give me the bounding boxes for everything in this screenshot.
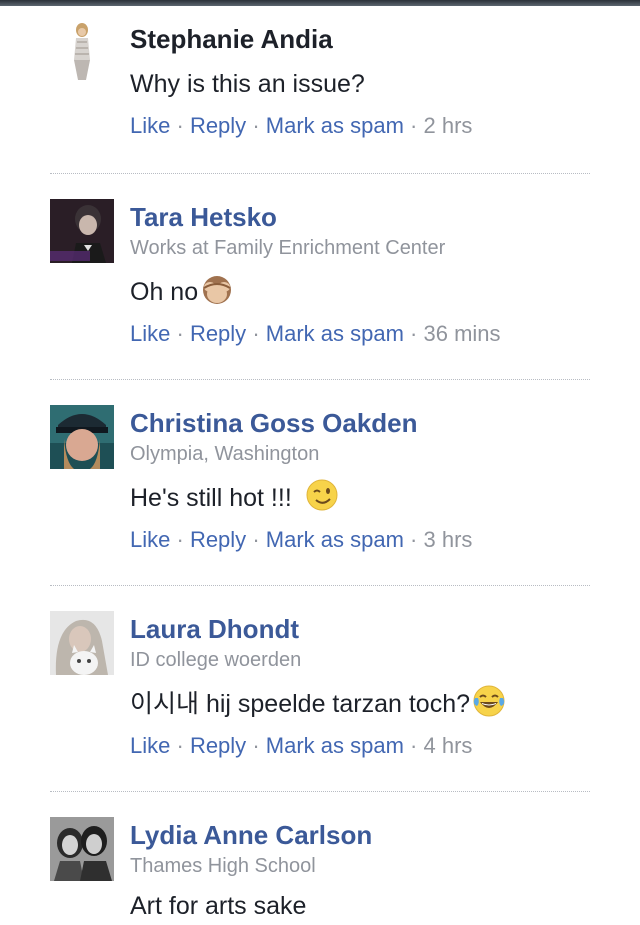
separator-dot: · <box>176 113 190 138</box>
like-link[interactable]: Like <box>130 733 170 758</box>
reply-link[interactable]: Reply <box>190 321 246 346</box>
comment-actions: Like · Reply · Mark as spam · 4 hrs <box>130 732 600 760</box>
winking-face-emoji-icon <box>305 478 339 512</box>
like-link[interactable]: Like <box>130 113 170 138</box>
top-bar <box>0 0 640 6</box>
divider <box>50 791 590 792</box>
like-link[interactable]: Like <box>130 527 170 552</box>
avatar[interactable] <box>50 817 114 881</box>
commenter-name[interactable]: Christina Goss Oakden <box>130 408 600 438</box>
comment-text: 이시내 hij speelde tarzan toch? <box>130 684 600 720</box>
separator-dot: · <box>410 733 424 758</box>
separator-dot: · <box>410 113 424 138</box>
separator-dot: · <box>410 527 424 552</box>
divider <box>50 173 590 174</box>
divider <box>50 379 590 380</box>
reply-link[interactable]: Reply <box>190 733 246 758</box>
separator-dot: · <box>176 321 190 346</box>
commenter-subtitle: Works at Family Enrichment Center <box>130 237 446 259</box>
timestamp[interactable]: 3 hrs <box>424 527 473 552</box>
commenter-name[interactable]: Stephanie Andia <box>130 24 600 54</box>
mark-as-spam-link[interactable]: Mark as spam <box>266 733 404 758</box>
like-link[interactable]: Like <box>130 321 170 346</box>
timestamp[interactable]: 2 hrs <box>424 113 473 138</box>
separator-dot: · <box>252 527 266 552</box>
timestamp[interactable]: 36 mins <box>424 321 501 346</box>
separator-dot: · <box>410 321 424 346</box>
commenter-subtitle: ID college woerden <box>130 649 302 671</box>
tears-of-joy-emoji-icon <box>472 684 506 718</box>
comment-text: Art for arts sake <box>130 892 307 920</box>
timestamp[interactable]: 4 hrs <box>424 733 473 758</box>
commenter-name[interactable]: Tara Hetsko <box>130 202 600 232</box>
comment-actions: Like · Reply · Mark as spam · 2 hrs <box>130 112 600 140</box>
separator-dot: · <box>252 321 266 346</box>
comment-text-content: Oh no <box>130 278 199 306</box>
divider <box>50 585 590 586</box>
comment-text-content: 이시내 hij speelde tarzan toch? <box>130 690 471 718</box>
mark-as-spam-link[interactable]: Mark as spam <box>266 321 404 346</box>
reply-link[interactable]: Reply <box>190 527 246 552</box>
commenter-subtitle: Olympia, Washington <box>130 443 320 465</box>
separator-dot: · <box>176 733 190 758</box>
monkey-see-no-evil-emoji-icon <box>200 272 234 306</box>
separator-dot: · <box>176 527 190 552</box>
mark-as-spam-link[interactable]: Mark as spam <box>266 527 404 552</box>
comment-text: Why is this an issue? <box>130 70 365 98</box>
comment-actions: Like · Reply · Mark as spam · 3 hrs <box>130 526 600 554</box>
comment-text: Oh no <box>130 272 600 308</box>
avatar[interactable] <box>50 20 114 84</box>
commenter-name[interactable]: Lydia Anne Carlson <box>130 820 600 850</box>
mark-as-spam-link[interactable]: Mark as spam <box>266 113 404 138</box>
separator-dot: · <box>252 113 266 138</box>
comment-actions: Like · Reply · Mark as spam · 36 mins <box>130 320 600 348</box>
avatar[interactable] <box>50 611 114 675</box>
separator-dot: · <box>252 733 266 758</box>
comment-text-content: He's still hot !!! <box>130 484 292 512</box>
avatar[interactable] <box>50 199 114 263</box>
reply-link[interactable]: Reply <box>190 113 246 138</box>
comment-text: He's still hot !!! <box>130 478 600 514</box>
commenter-name[interactable]: Laura Dhondt <box>130 614 600 644</box>
commenter-subtitle: Thames High School <box>130 855 316 877</box>
avatar[interactable] <box>50 405 114 469</box>
